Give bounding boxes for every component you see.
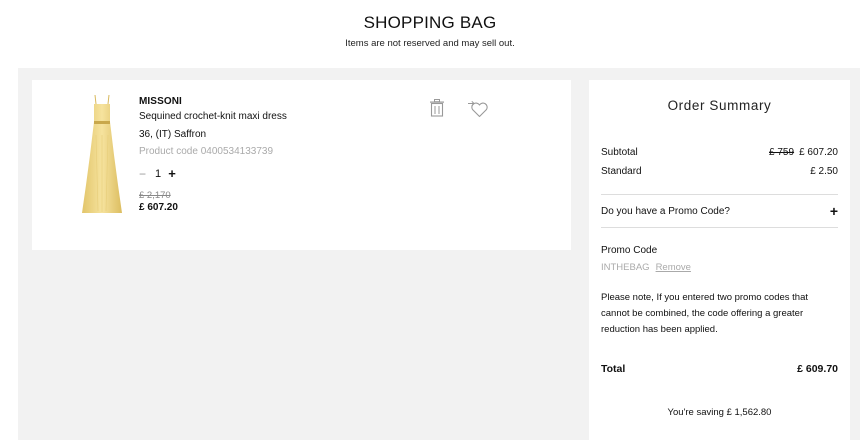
- subtotal-label: Subtotal: [601, 147, 638, 158]
- plus-icon[interactable]: +: [830, 203, 838, 219]
- promo-question: Do you have a Promo Code?: [601, 205, 730, 217]
- trash-icon[interactable]: [429, 99, 445, 117]
- page-header: SHOPPING BAG Items are not reserved and …: [0, 12, 860, 50]
- order-summary-title: Order Summary: [667, 98, 772, 113]
- item-name[interactable]: Sequined crochet-knit maxi dress: [139, 111, 287, 123]
- subtotal-original: £ 759: [769, 147, 795, 158]
- remove-promo-link[interactable]: Remove: [656, 262, 691, 273]
- subtotal-value: £ 607.20: [799, 147, 838, 158]
- promo-note: Please note, If you entered two promo co…: [601, 292, 809, 335]
- total-value: £ 609.70: [797, 363, 838, 375]
- shipping-value: £ 2.50: [810, 166, 838, 177]
- move-to-wishlist-icon[interactable]: [467, 100, 489, 118]
- promo-code-value: INTHEBAG: [601, 262, 650, 273]
- decrease-quantity-button[interactable]: −: [139, 167, 151, 181]
- applied-promo: INTHEBAG Remove: [601, 262, 838, 274]
- item-original-price: £ 2,170: [139, 190, 171, 201]
- promo-code-label: Promo Code: [601, 245, 658, 256]
- page-title: SHOPPING BAG: [363, 13, 497, 32]
- item-details: MISSONI Sequined crochet-knit maxi dress…: [139, 96, 287, 214]
- increase-quantity-button[interactable]: +: [165, 166, 179, 181]
- order-summary-panel: Order Summary Subtotal £ 759 £ 607.20 Sta…: [589, 80, 850, 440]
- subtotal-row: Subtotal £ 759 £ 607.20: [601, 147, 838, 159]
- subtotal-values: £ 759 £ 607.20: [769, 147, 838, 159]
- quantity-value: 1: [154, 167, 162, 180]
- savings-message: You're saving £ 1,562.80: [667, 407, 772, 418]
- promo-code-toggle[interactable]: Do you have a Promo Code? +: [601, 195, 838, 227]
- total-label: Total: [601, 363, 626, 375]
- quantity-stepper: − 1 +: [139, 166, 287, 181]
- shipping-row: Standard £ 2.50: [601, 166, 838, 178]
- bag-item-card: MISSONI Sequined crochet-knit maxi dress…: [32, 80, 571, 250]
- item-product-code: Product code 0400534133739: [139, 146, 274, 157]
- divider: [601, 227, 838, 228]
- dress-product-image[interactable]: [76, 94, 128, 217]
- item-price: £ 607.20: [139, 202, 178, 213]
- shipping-label: Standard: [601, 166, 642, 177]
- total-row: Total £ 609.70: [601, 363, 838, 375]
- item-size-color: 36, (IT) Saffron: [139, 129, 207, 140]
- item-brand[interactable]: MISSONI: [139, 96, 287, 108]
- page-subtitle: Items are not reserved and may sell out.: [345, 38, 515, 49]
